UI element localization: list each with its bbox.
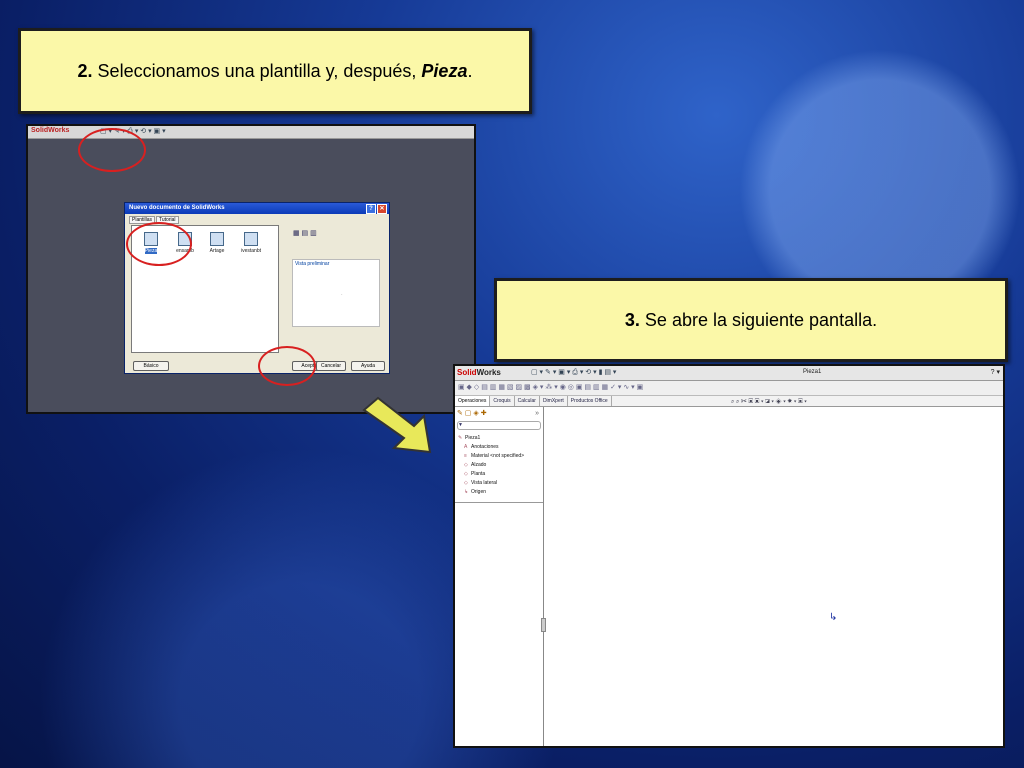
tree-item-part[interactable]: ✎ Pieza1: [455, 434, 543, 443]
tree-item-annotations[interactable]: A Anotaciones: [455, 443, 543, 452]
tree-item-material[interactable]: ≡ Material <not specified>: [455, 452, 543, 461]
command-manager[interactable]: ▣ ◆ ◇ ▤ ▥ ▦ ▧ ▨ ▩ ◈ ▾ ⁂ ▾ ◉ ◎ ▣ ▤ ▥ ▦ ✓ …: [455, 381, 1003, 396]
preview-label: Vista preliminar: [295, 261, 330, 267]
help-menu[interactable]: ? ▾: [991, 368, 1000, 376]
dialog-title: Nuevo documento de SolidWorks: [129, 205, 225, 211]
tab-calcular[interactable]: Calcular: [515, 396, 540, 406]
dialog-titlebar: Nuevo documento de SolidWorks ? ✕: [125, 203, 389, 214]
screenshot-part-window: SolidWorks ▢ ▾ ✎ ▾ ▣ ▾ ⎙ ▾ ⟲ ▾ ▮ ▤ ▾ Pie…: [453, 364, 1005, 748]
step-3-caption: 3. Se abre la siguiente pantalla.: [494, 278, 1008, 362]
view-mode-icons[interactable]: ▦ ▤ ▥: [293, 229, 317, 237]
screenshot-new-document: SolidWorks ▢ ▾ ✎ ▾ ⎙ ▾ ⟲ ▾ ▣ ▾ Nuevo doc…: [26, 124, 476, 414]
help-button[interactable]: Ayuda: [351, 361, 385, 371]
tab-office[interactable]: Productos Office: [568, 396, 612, 406]
tree-item-right-plane[interactable]: ◇ Vista lateral: [455, 479, 543, 488]
solidworks-titlebar: SolidWorks ▢ ▾ ✎ ▾ ▣ ▾ ⎙ ▾ ⟲ ▾ ▮ ▤ ▾ Pie…: [455, 366, 1003, 381]
basic-button[interactable]: Básico: [133, 361, 169, 371]
tab-operaciones[interactable]: Operaciones: [455, 396, 491, 406]
tree-item-top-plane[interactable]: ◇ Planta: [455, 470, 543, 479]
help-icon[interactable]: ?: [366, 204, 376, 214]
command-tabs: Operaciones Croquis Calcular DimXpert Produc…: [455, 396, 1003, 407]
arrow-icon: [362, 396, 432, 454]
feature-manager-panel: ✎ ▢ ◈ ✚ » ▼ ✎ Pieza1 A Anotaciones ≡ Materi…: [455, 407, 544, 746]
standard-toolbar[interactable]: ▢ ▾ ✎ ▾ ▣ ▾ ⎙ ▾ ⟲ ▾ ▮ ▤ ▾: [531, 368, 616, 377]
solidworks-logo: SolidWorks: [457, 368, 501, 377]
cancel-button[interactable]: Cancelar: [316, 361, 346, 371]
tab-dimxpert[interactable]: DimXpert: [540, 396, 568, 406]
view-toolbar[interactable]: ⌕ ⌕ ✂ ▣ ▣ ▾ ◪ ▾ ◈ ▾ ☀ ▾ ▣ ▾: [731, 399, 807, 406]
feature-tree: ✎ Pieza1 A Anotaciones ≡ Material <not spec…: [455, 434, 543, 497]
step-2-emphasis: Pieza: [421, 60, 468, 81]
template-drawing[interactable]: Artage: [204, 232, 230, 254]
step-2-text: Seleccionamos una plantilla y, después,: [92, 60, 422, 81]
step-2-end: .: [467, 60, 473, 81]
tree-item-origin[interactable]: ↳ Origen: [455, 488, 543, 497]
filter-icon[interactable]: ▼: [457, 421, 541, 430]
step-2-caption: 2. Seleccionamos una plantilla y, despué…: [18, 28, 532, 114]
tab-croquis[interactable]: Croquis: [490, 396, 515, 406]
document-title: Pieza1: [803, 369, 822, 375]
origin-icon: ↳: [829, 612, 838, 623]
divider: [455, 502, 543, 503]
panel-resize-handle[interactable]: [541, 618, 546, 632]
solidworks-logo: SolidWorks: [31, 127, 70, 134]
highlight-accept-button: [258, 346, 316, 386]
step-2-number: 2.: [77, 60, 93, 81]
highlight-part-template: [126, 222, 192, 266]
template-custom[interactable]: ivestanbt: [238, 232, 264, 254]
tree-item-front-plane[interactable]: ◇ Alzado: [455, 461, 543, 470]
close-icon[interactable]: ✕: [377, 204, 387, 214]
step-3-text: Se abre la siguiente pantalla.: [639, 309, 878, 330]
highlight-new-button: [78, 128, 146, 172]
feature-manager-tabs[interactable]: ✎ ▢ ◈ ✚ »: [455, 407, 543, 421]
step-3-number: 3.: [624, 309, 640, 330]
preview-pane: Vista preliminar ·: [292, 259, 380, 327]
drawing-icon: [244, 232, 258, 246]
drawing-icon: [210, 232, 224, 246]
